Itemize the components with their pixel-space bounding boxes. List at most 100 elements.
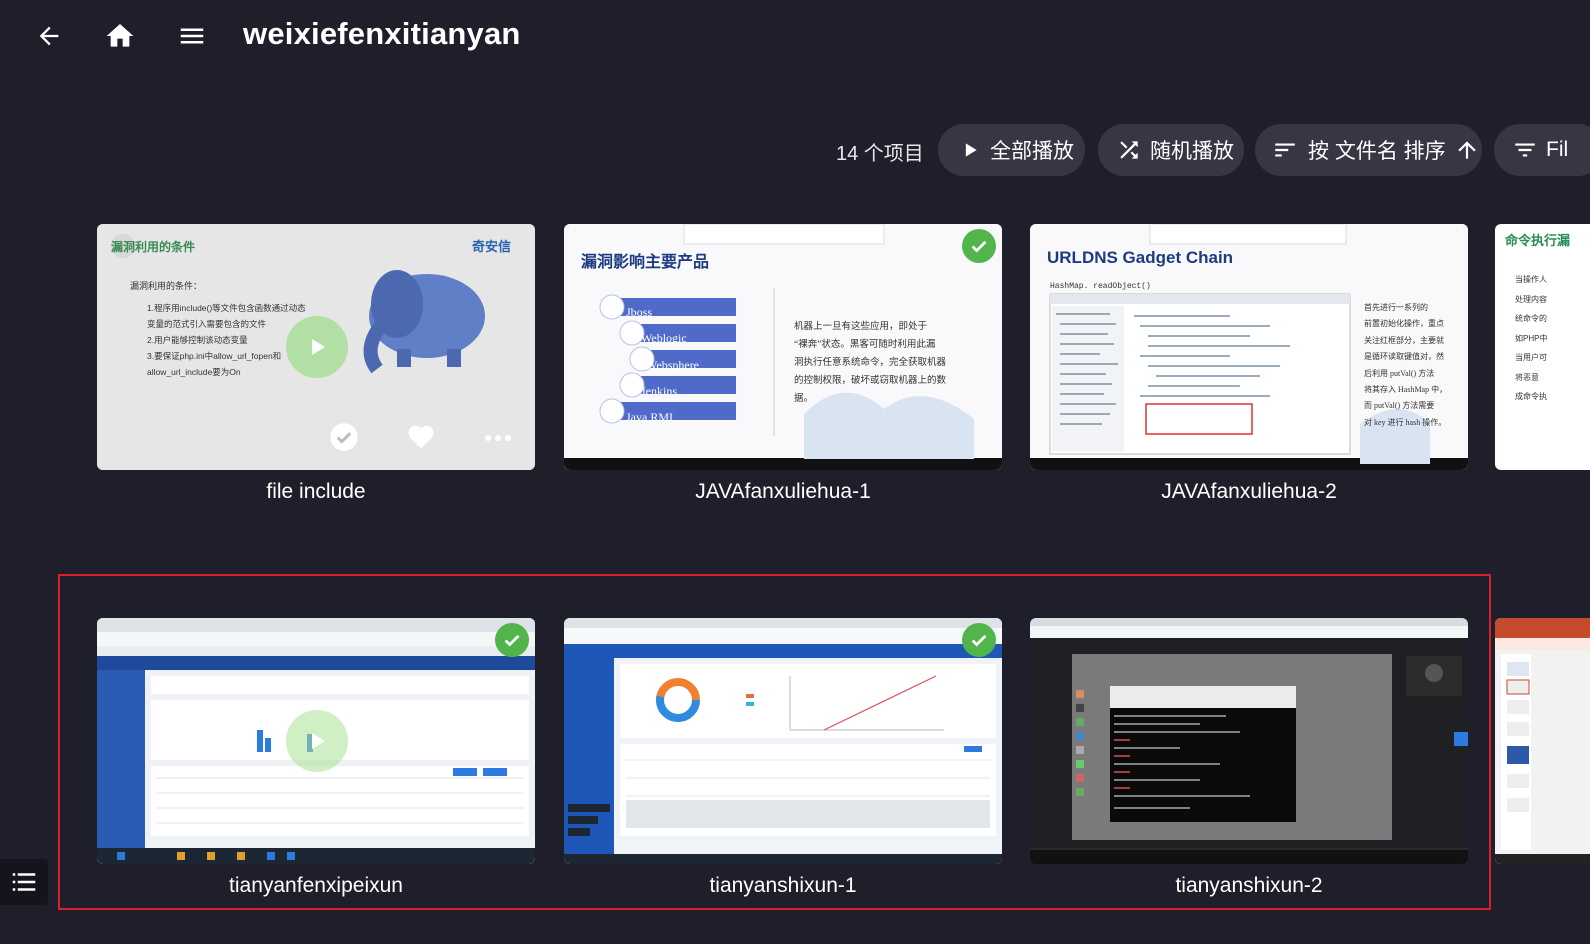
product-list: Jboss Weblogic Websphere Jenkins Java RM… — [626, 299, 699, 430]
video-title[interactable]: JAVAfanxuliehua-2 — [1030, 480, 1468, 504]
slide-text-line: 统命令的 — [1515, 314, 1547, 323]
product-item: Websphere — [646, 357, 700, 372]
slide-text: 首先进行一系列的 前置初始化操作，重点 关注红框部分，主要就 是循环读取键值对，… — [1364, 300, 1447, 431]
mark-watched-button[interactable] — [329, 422, 359, 452]
video-title[interactable]: tianyanshixun-2 — [1030, 874, 1468, 898]
hamburger-menu-icon — [180, 28, 204, 44]
filter-label: Fil — [1546, 138, 1569, 161]
top-bar: weixiefenxitianyan — [0, 0, 1590, 75]
sort-button[interactable]: 按 文件名 排序 — [1255, 124, 1482, 176]
slide-text-line: 当用户可 — [1515, 353, 1547, 362]
slide-text-line: 当操作人 — [1515, 275, 1547, 284]
arrow-up-icon — [1458, 141, 1476, 159]
slide-text-line: “裸奔”状态。黑客可随时利用此漏 — [794, 340, 936, 350]
product-item: Jenkins — [641, 383, 677, 398]
product-item: Weblogic — [641, 331, 687, 346]
slide-text-line: 将其存入 HashMap 中， — [1364, 385, 1448, 395]
slide-text: 机器上一旦有这些应用，即处于 “裸奔”状态。黑客可随时利用此漏 洞执行任意系统命… — [794, 318, 946, 408]
slide-brand: 奇安信 — [471, 239, 511, 254]
slide-text-line: 处理内容 — [1515, 294, 1547, 304]
video-title[interactable]: tianyanfenxipeixun — [97, 874, 535, 898]
slide-text-line: 如PHP中 — [1515, 333, 1548, 343]
slide-heading: 漏洞影响主要产品 — [581, 254, 710, 271]
favorite-button[interactable] — [405, 422, 437, 452]
more-button[interactable] — [483, 428, 513, 448]
slide-subheading: 漏洞利用的条件： — [130, 281, 203, 291]
slide-text-line: 前置初始化操作，重点 — [1364, 319, 1444, 329]
back-button[interactable] — [27, 14, 71, 58]
video-title[interactable]: tianyanshixun-1 — [564, 874, 1002, 898]
video-card[interactable]: tianyanshixun-1 — [564, 618, 1002, 908]
video-thumbnail[interactable]: 漏洞利用的条件 奇安信 漏洞利用的条件： 1.程序用include()等文件包含… — [97, 224, 535, 470]
watched-badge — [962, 623, 996, 657]
video-card[interactable]: URLDNS Gadget Chain HashMap. readObject(… — [1030, 224, 1468, 514]
shuffle-icon — [1120, 141, 1138, 159]
video-thumbnail[interactable]: 漏洞影响主要产品 Jboss Weblogic Websphere Jenkin… — [564, 224, 1002, 470]
slide-text-line: 而 putVal() 方法需要 — [1364, 401, 1435, 411]
more-dots-icon — [485, 435, 511, 441]
video-card[interactable]: tianyanfenxipeixun — [97, 618, 535, 908]
watched-badge — [962, 229, 996, 263]
play-icon — [312, 733, 325, 749]
slide-text-line: 是循环读取键值对，然 — [1364, 352, 1444, 362]
sort-label: 按 文件名 排序 — [1308, 140, 1446, 163]
shuffle-button[interactable]: 随机播放 — [1098, 124, 1244, 176]
product-item: Jboss — [626, 305, 653, 319]
video-card[interactable]: 漏洞影响主要产品 Jboss Weblogic Websphere Jenkin… — [564, 224, 1002, 514]
slide-text-line: 关注红框部分，主要就 — [1364, 335, 1444, 345]
slide-text-line: 后利用 putVal() 方法 — [1364, 368, 1435, 378]
filter-button[interactable]: Fil — [1494, 124, 1590, 176]
slide-text-line: 成命令执 — [1515, 392, 1547, 401]
list-view-button[interactable] — [0, 859, 48, 905]
filter-icon — [1515, 143, 1535, 157]
play-icon — [965, 143, 977, 157]
arrow-left-icon — [39, 26, 59, 46]
slide-text-line: allow_url_include要为On — [147, 367, 241, 377]
play-all-button[interactable]: 全部播放 — [938, 124, 1085, 176]
play-all-label: 全部播放 — [990, 140, 1074, 163]
video-card[interactable]: 命令执行漏 当操作人 处理内容 统命令的 如PHP中 当用户可 将恶意 成命令执 — [1495, 224, 1590, 514]
slide-heading: 命令执行漏 — [1505, 233, 1571, 248]
video-title[interactable]: JAVAfanxuliehua-1 — [564, 480, 1002, 504]
slide-heading: 漏洞利用的条件 — [111, 240, 196, 254]
check-icon — [971, 240, 987, 253]
slide-text-line: 3.要保证php.ini中allow_url_fopen和 — [147, 351, 282, 361]
slide-heading: URLDNS Gadget Chain — [1047, 248, 1234, 267]
video-thumbnail[interactable] — [564, 618, 1002, 864]
video-thumbnail[interactable] — [1030, 618, 1468, 864]
video-thumbnail[interactable]: 命令执行漏 当操作人 处理内容 统命令的 如PHP中 当用户可 将恶意 成命令执 — [1495, 224, 1590, 470]
home-button[interactable] — [98, 14, 142, 58]
watched-badge — [495, 623, 529, 657]
slide-text-line: 1.程序用include()等文件包含函数通过动态 — [147, 303, 306, 313]
heart-icon — [408, 425, 434, 449]
video-card[interactable]: 漏洞利用的条件 奇安信 漏洞利用的条件： 1.程序用include()等文件包含… — [97, 224, 535, 514]
slide-text-line: 的控制权限，破坏或窃取机器上的数 — [794, 376, 947, 386]
video-thumbnail[interactable] — [97, 618, 535, 864]
play-overlay-button[interactable] — [286, 710, 348, 772]
play-overlay-button[interactable] — [286, 316, 348, 378]
slide-text-line: 据。 — [794, 394, 814, 404]
list-icon — [12, 873, 36, 891]
menu-button[interactable] — [170, 14, 214, 58]
slide-text-line: 2.用户能够控制该动态变量 — [147, 335, 248, 345]
sort-icon — [1275, 143, 1295, 157]
video-card[interactable]: tianyanshixun-2 — [1030, 618, 1468, 908]
slide-code-label: HashMap. readObject() — [1050, 282, 1151, 291]
slide-text: 1.程序用include()等文件包含函数通过动态 变量的范式引入需要包含的文件… — [147, 300, 306, 380]
item-count: 14 个项目 — [836, 143, 924, 165]
slide-text-line: 变量的范式引入需要包含的文件 — [147, 319, 267, 329]
slide-text-line: 对 key 进行 hash 操作。 — [1364, 417, 1447, 427]
video-card[interactable] — [1495, 618, 1590, 908]
video-title[interactable]: file include — [97, 480, 535, 504]
slide-text-line: 机器上一旦有这些应用，即处于 — [794, 322, 928, 332]
product-item: Java RMI — [626, 410, 673, 425]
check-icon — [971, 634, 987, 647]
video-thumbnail[interactable]: URLDNS Gadget Chain HashMap. readObject(… — [1030, 224, 1468, 470]
check-icon — [504, 634, 520, 647]
page-title: weixiefenxitianyan — [243, 16, 521, 51]
slide-text-line: 将恶意 — [1515, 372, 1539, 382]
play-icon — [312, 339, 325, 355]
video-thumbnail[interactable] — [1495, 618, 1590, 864]
slide-text: 当操作人 处理内容 统命令的 如PHP中 当用户可 将恶意 成命令执 — [1515, 270, 1547, 407]
home-icon — [106, 24, 134, 47]
